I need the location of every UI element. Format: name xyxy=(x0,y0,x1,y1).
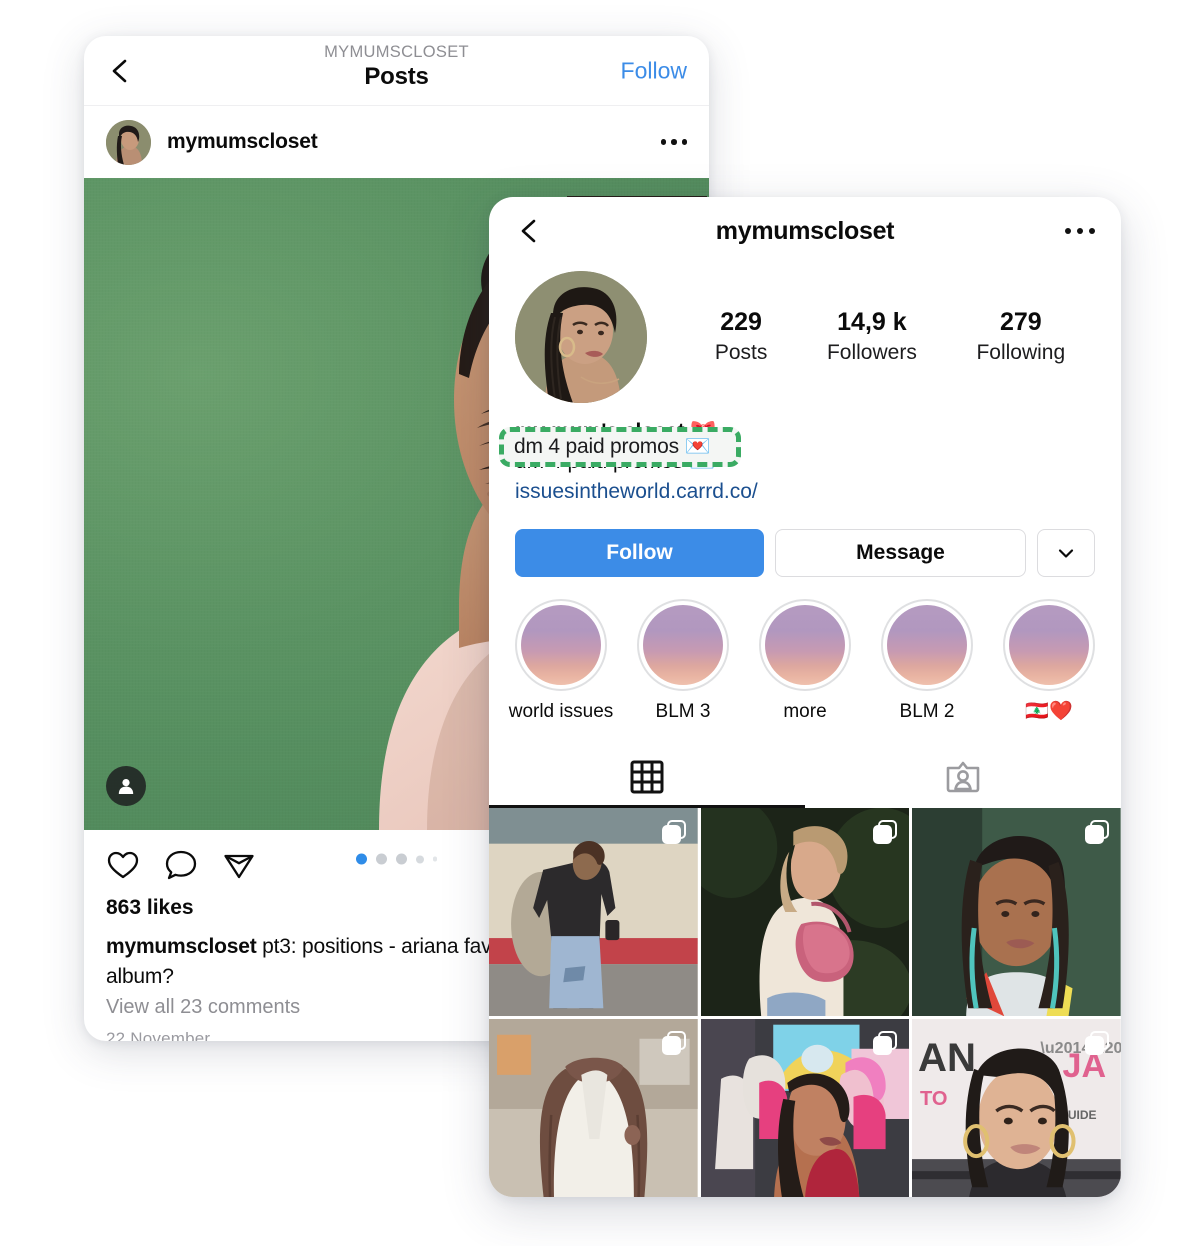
grid-post[interactable] xyxy=(489,808,698,1016)
highlight-blm-3[interactable]: BLM 3 xyxy=(629,599,737,724)
grid-post[interactable]: AN JA \u2014\u2014 TO GUIDE xyxy=(912,1019,1121,1197)
tagged-people-icon[interactable] xyxy=(106,766,146,806)
highlight-label: world issues xyxy=(508,701,614,722)
stat-value: 14,9 k xyxy=(837,308,907,336)
navbar-titles: MYMUMSCLOSET Posts xyxy=(84,42,709,91)
more-options-icon[interactable] xyxy=(660,139,687,145)
profile-tabbar xyxy=(489,746,1121,808)
grid-post[interactable] xyxy=(700,808,910,1016)
tab-grid[interactable] xyxy=(489,746,805,808)
stat-value: 229 xyxy=(720,308,762,336)
profile-post-grid: AN JA \u2014\u2014 TO GUIDE xyxy=(489,808,1121,1197)
highlight-thumbnail xyxy=(765,605,845,685)
follow-button[interactable]: Follow xyxy=(515,529,764,577)
highlight-more[interactable]: more xyxy=(751,599,859,724)
carousel-badge-icon xyxy=(661,1031,686,1055)
profile-navbar: mymumscloset xyxy=(489,197,1121,265)
stat-label: Posts xyxy=(714,341,768,364)
profile-stats: 229 Posts 14,9 k Followers 279 Following xyxy=(647,306,1095,368)
highlight-ring xyxy=(881,599,973,691)
highlight-ring xyxy=(1003,599,1095,691)
highlight-thumbnail xyxy=(643,605,723,685)
caption-username[interactable]: mymumscloset xyxy=(106,935,257,958)
highlight-ring xyxy=(759,599,851,691)
avatar[interactable] xyxy=(515,271,647,403)
carousel-badge-icon xyxy=(873,1031,898,1055)
comment-icon[interactable] xyxy=(164,848,198,882)
highlight-label: more xyxy=(783,701,827,722)
grid-post[interactable] xyxy=(700,1019,910,1197)
heart-icon[interactable] xyxy=(106,848,140,882)
tab-tagged[interactable] xyxy=(805,746,1121,808)
annotation-text: dm 4 paid promos xyxy=(514,435,679,458)
tagged-icon xyxy=(946,761,980,793)
svg-text:TO: TO xyxy=(920,1088,947,1110)
carousel-badge-icon xyxy=(873,820,898,844)
post-navbar: MYMUMSCLOSET Posts Follow xyxy=(84,36,709,106)
profile-username-title: mymumscloset xyxy=(715,216,895,245)
chevron-down-icon[interactable] xyxy=(1037,529,1095,577)
stat-label: Followers xyxy=(826,341,917,364)
grid-icon xyxy=(630,760,664,794)
svg-text:AN: AN xyxy=(918,1035,976,1080)
avatar[interactable] xyxy=(106,119,151,165)
profile-bio: my mum's closet 🎀 dm 4 paid promos 💌 iss… xyxy=(489,403,1121,507)
highlight-ring xyxy=(637,599,729,691)
highlight-ring xyxy=(515,599,607,691)
carousel-badge-icon xyxy=(661,820,686,844)
stat-value: 279 xyxy=(999,308,1042,336)
highlight-label: 🇱🇧❤️ xyxy=(1025,701,1073,722)
highlight-label: BLM 2 xyxy=(899,701,955,722)
grid-post[interactable] xyxy=(912,808,1121,1016)
highlight-blm-2[interactable]: BLM 2 xyxy=(873,599,981,724)
highlight-label: BLM 3 xyxy=(655,701,711,722)
back-chevron-icon[interactable] xyxy=(106,56,136,86)
carousel-dot-active xyxy=(355,853,367,865)
highlight-thumbnail xyxy=(521,605,601,685)
post-author-row: mymumscloset xyxy=(84,106,709,178)
annotation-highlight-box: dm 4 paid promos 💌 xyxy=(499,427,741,467)
carousel-badge-icon xyxy=(1085,1031,1109,1055)
profile-header: 229 Posts 14,9 k Followers 279 Following xyxy=(489,265,1121,403)
stat-label: Following xyxy=(976,341,1066,364)
profile-card: mymumscloset 229 Posts 14,9 k Followers … xyxy=(489,197,1121,1197)
carousel-dot xyxy=(395,853,407,865)
love-letter-emoji: 💌 xyxy=(684,435,711,458)
page-root: MYMUMSCLOSET Posts Follow mymumscloset 8… xyxy=(0,0,1200,1246)
author-username[interactable]: mymumscloset xyxy=(167,130,318,154)
stat-followers[interactable]: 14,9 k Followers xyxy=(827,306,917,368)
message-button[interactable]: Message xyxy=(775,529,1026,577)
share-paperplane-icon[interactable] xyxy=(222,848,256,882)
bio-link[interactable]: issuesintheworld.carrd.co/ xyxy=(515,477,1095,507)
profile-action-buttons: Follow Message xyxy=(489,507,1121,577)
follow-link[interactable]: Follow xyxy=(621,57,687,84)
carousel-dot xyxy=(415,855,424,863)
post-kicker: MYMUMSCLOSET xyxy=(324,43,469,61)
stat-posts[interactable]: 229 Posts xyxy=(715,306,768,368)
grid-post[interactable] xyxy=(489,1019,698,1197)
back-chevron-icon[interactable] xyxy=(515,216,545,246)
carousel-dot xyxy=(375,853,387,865)
page-title: Posts xyxy=(364,63,429,90)
highlight-lebanon-heart[interactable]: 🇱🇧❤️ xyxy=(995,599,1103,724)
carousel-dot xyxy=(432,856,438,862)
story-highlights: world issues BLM 3 more BLM 2 🇱🇧❤️ xyxy=(489,577,1121,724)
carousel-badge-icon xyxy=(1085,820,1109,844)
highlight-thumbnail xyxy=(887,605,967,685)
stat-following[interactable]: 279 Following xyxy=(976,306,1065,368)
more-options-icon[interactable] xyxy=(1065,228,1095,234)
highlight-thumbnail xyxy=(1009,605,1089,685)
highlight-world-issues[interactable]: world issues xyxy=(507,599,615,724)
